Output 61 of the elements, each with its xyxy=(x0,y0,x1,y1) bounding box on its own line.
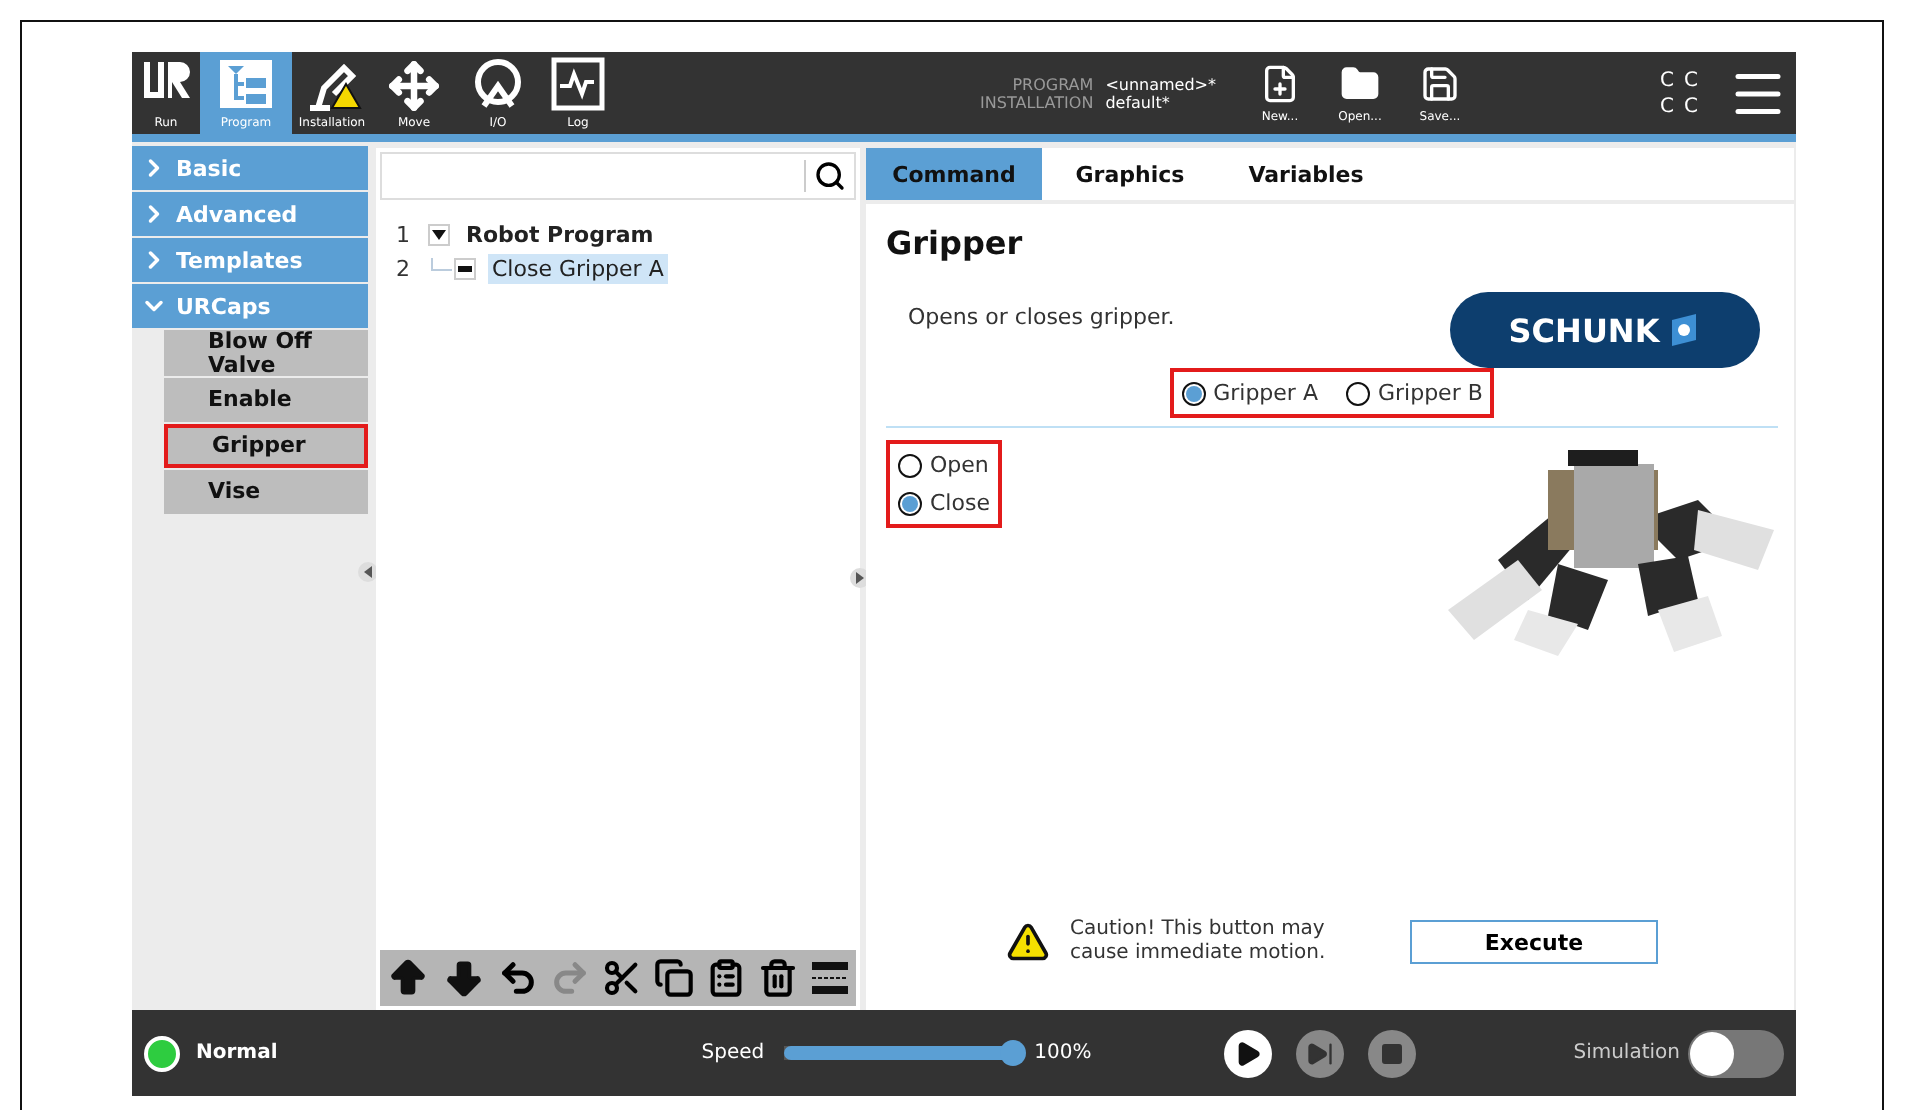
program-name: <unnamed>* xyxy=(1105,75,1216,93)
expand-arrow-icon xyxy=(856,572,864,584)
folder-icon xyxy=(1340,63,1380,103)
radio-option[interactable]: Gripper B xyxy=(1345,380,1483,406)
node-item[interactable]: Vise xyxy=(164,470,368,515)
search-icon[interactable] xyxy=(814,160,846,192)
log-graph-icon xyxy=(548,56,608,112)
status-letter: C xyxy=(1660,69,1676,91)
play-button[interactable] xyxy=(1223,1029,1272,1077)
stop-button[interactable] xyxy=(1367,1029,1416,1077)
step-icon xyxy=(1305,1039,1334,1067)
stop-icon xyxy=(1379,1041,1404,1065)
simulation-toggle[interactable] xyxy=(1688,1029,1784,1077)
radio-option[interactable]: Open xyxy=(898,452,990,478)
move-arrows-icon xyxy=(388,60,440,112)
move-down-icon[interactable] xyxy=(442,956,486,1000)
copy-icon[interactable] xyxy=(654,958,694,998)
installation-name: default* xyxy=(1105,93,1172,111)
collapse-arrow-icon xyxy=(364,566,372,578)
program-node[interactable]: Close Gripper A xyxy=(488,254,668,284)
search-field[interactable] xyxy=(380,152,856,200)
program-node[interactable]: Robot Program xyxy=(462,220,658,250)
execute-button[interactable]: Execute xyxy=(1410,920,1658,964)
radio-option[interactable]: Gripper A xyxy=(1181,380,1318,406)
program-label: PROGRAM xyxy=(1010,75,1094,93)
cut-icon[interactable] xyxy=(602,958,642,998)
program-tree-icon xyxy=(216,56,276,112)
delete-icon[interactable] xyxy=(758,958,798,998)
brand-logo: SCHUNK xyxy=(1450,292,1760,368)
status-letter: C xyxy=(1660,95,1676,117)
installation-label: INSTALLATION xyxy=(980,93,1094,111)
save-icon xyxy=(1420,63,1460,103)
expand-triangle-icon[interactable] xyxy=(428,224,450,246)
status-indicator xyxy=(144,1035,180,1071)
new-file-icon xyxy=(1260,63,1300,103)
status-text: Normal xyxy=(196,1042,278,1064)
panel-title: Gripper xyxy=(886,224,1025,262)
radio-option[interactable]: Close xyxy=(898,490,990,516)
node-item[interactable]: Gripper xyxy=(164,424,368,469)
suppress-icon[interactable] xyxy=(810,958,850,998)
speed-label: Speed xyxy=(701,1042,765,1064)
node-item[interactable]: Blow Off Valve xyxy=(164,330,368,377)
line-number: 2 xyxy=(396,256,412,282)
paste-icon[interactable] xyxy=(706,958,746,998)
simulation-label: Simulation xyxy=(1573,1042,1680,1064)
status-letter: C xyxy=(1684,69,1700,91)
move-up-icon[interactable] xyxy=(386,956,430,1000)
warning-icon xyxy=(1006,920,1050,964)
status-letter: C xyxy=(1684,95,1700,117)
caution-text: Caution! This button may cause immediate motion. xyxy=(1070,918,1328,966)
speed-value: 100% xyxy=(1034,1042,1092,1064)
node-item[interactable]: Enable xyxy=(164,378,368,423)
collapse-handle[interactable] xyxy=(358,562,378,582)
line-number: 1 xyxy=(396,222,412,248)
speed-slider[interactable] xyxy=(784,1040,1027,1066)
step-button[interactable] xyxy=(1295,1029,1344,1077)
play-icon xyxy=(1233,1039,1262,1067)
description-text: Opens or closes gripper. xyxy=(908,303,1175,329)
node-connector-icon xyxy=(428,258,476,280)
tab[interactable]: Command xyxy=(866,148,1042,200)
undo-icon[interactable] xyxy=(498,958,538,998)
